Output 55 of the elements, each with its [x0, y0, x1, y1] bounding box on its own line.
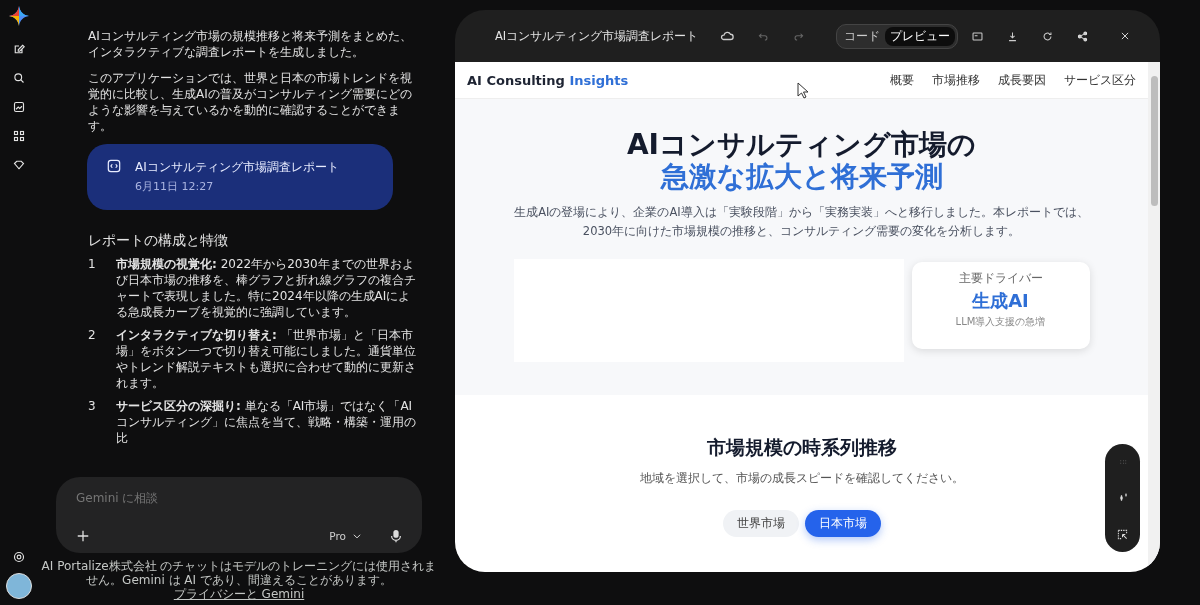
cloud-icon[interactable]: [720, 29, 735, 43]
nav-link[interactable]: 成長要因: [998, 71, 1046, 89]
settings-icon[interactable]: [13, 551, 25, 563]
artifact-title: AIコンサルティング市場調査レポート: [135, 159, 339, 175]
prompt-field[interactable]: Gemini に相談: [76, 491, 276, 505]
nav-link[interactable]: サービス区分: [1064, 71, 1136, 89]
hero-lead: 生成AIの登場により、企業のAI導入は「実験段階」から「実務実装」へと移行しました。本レポートでは、2030年に向けた市場規模の推移と、コンサルティング需要の変化を分析します。: [513, 204, 1090, 240]
preview-title: AIコンサルティング市場調査レポート: [495, 28, 699, 44]
section-heading: レポートの構成と特徴: [88, 232, 229, 248]
chevron-down-icon[interactable]: [352, 531, 362, 541]
driver-value: 生成AI: [972, 289, 1029, 313]
hero-subtitle: 急激な拡大と将来予測: [660, 161, 943, 193]
view-tab[interactable]: プレビュー: [885, 26, 955, 46]
nav-link[interactable]: 市場推移: [932, 71, 980, 89]
list-number: 1: [88, 256, 97, 273]
disclaimer-text: AI Portalize株式会社 のチャットはモデルのトレーニングには使用されません。Gemini は AI であり、間違えることがあります。 プライバシーと Gemini: [40, 559, 438, 601]
diamond-icon[interactable]: [13, 159, 25, 171]
artifact-card[interactable]: AIコンサルティング市場調査レポート 6月11日 12:27: [87, 144, 393, 210]
message-paragraph: このアプリケーションでは、世界と日本の市場トレンドを視覚的に比較し、生成AIの普及がコンサルティング需要にどのような影響を与えているかを動的に確認することができます。: [88, 70, 413, 134]
hero-title: AIコンサルティング市場の: [626, 129, 977, 161]
list-item-text: 市場規模の視覚化: 2022年から2030年までの世界および日本市場の推移を、棒グラフと折れ線グラフの複合チャートで表現しました。特に2024年以降の生成AIによる急成長カーブを視覚的に強調しています。: [116, 256, 417, 320]
view-tab[interactable]: コード: [839, 26, 885, 46]
section-subtitle: 地域を選択して、市場の成長スピードを確認してください。: [639, 471, 964, 486]
close-icon[interactable]: [1120, 31, 1130, 41]
search-icon[interactable]: [13, 72, 25, 84]
select-element-icon[interactable]: [1117, 528, 1128, 540]
scrollbar-thumb[interactable]: [1151, 76, 1158, 206]
image-icon[interactable]: [13, 101, 25, 113]
new-chat-icon[interactable]: [13, 43, 25, 55]
refresh-icon[interactable]: [1042, 30, 1053, 42]
region-button[interactable]: 日本市場: [804, 510, 881, 537]
driver-note: LLM導入支援の急増: [955, 315, 1046, 329]
privacy-link[interactable]: プライバシーと Gemini: [173, 587, 305, 601]
list-item-text: インタラクティブな切り替え: 「世界市場」と「日本市場」をボタン一つで切り替え可能にしました。通貨単位やトレンド解説テキストも選択に合わせて動的に更新されます。: [116, 327, 417, 391]
artifact-date: 6月11日 12:27: [135, 179, 215, 195]
download-icon[interactable]: [1007, 30, 1018, 42]
site-logo[interactable]: AI Consulting Insights: [467, 72, 629, 88]
nav-link[interactable]: 概要: [890, 71, 914, 89]
plus-icon[interactable]: [76, 529, 90, 543]
code-icon: [107, 159, 121, 173]
model-selector[interactable]: Pro: [329, 530, 346, 542]
list-number: 3: [88, 398, 97, 415]
apps-icon[interactable]: [13, 130, 25, 142]
section-title: 市場規模の時系列推移: [706, 435, 897, 460]
avatar[interactable]: [6, 573, 32, 599]
region-button[interactable]: 世界市場: [722, 510, 799, 537]
sparkle-logo-icon[interactable]: [9, 6, 29, 26]
terminal-icon[interactable]: [972, 30, 983, 42]
microphone-icon[interactable]: [390, 529, 402, 543]
message-paragraph: AIコンサルティング市場の規模推移と将来予測をまとめた、インタラクティブな調査レポートを生成しました。: [88, 28, 413, 60]
list-item-text: サービス区分の深掘り: 単なる「AI市場」ではなく「AIコンサルティング」に焦点を当て、戦略・構築・運用の比: [116, 398, 417, 446]
driver-label: 主要ドライバー: [958, 270, 1043, 287]
chat-composer[interactable]: Gemini に相談 Pro: [56, 477, 422, 553]
share-icon[interactable]: [1077, 30, 1088, 42]
list-number: 2: [88, 327, 97, 344]
